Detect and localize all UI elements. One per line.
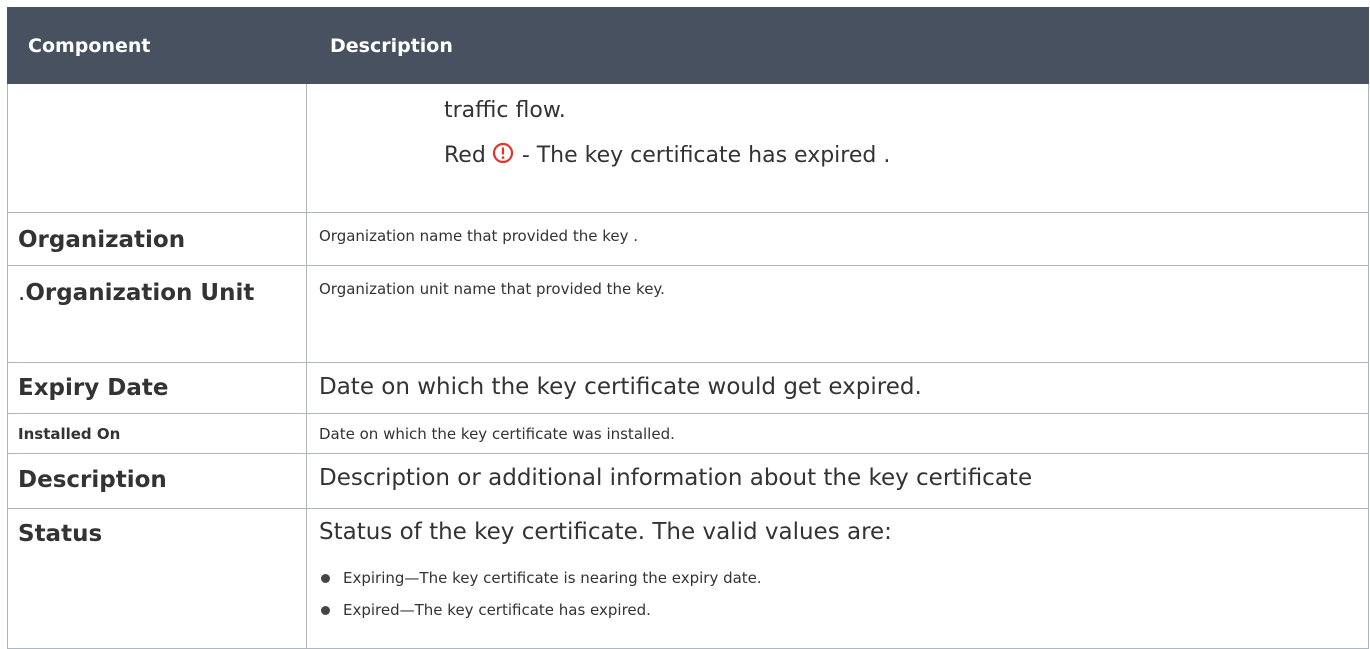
status-intro: Status of the key certificate. The valid…: [319, 519, 892, 545]
bullet-icon: [321, 606, 330, 615]
list-item: Expired—The key certificate has expired.: [319, 599, 1367, 621]
description-status: Status of the key certificate. The valid…: [306, 508, 1369, 649]
status-value-expiring: Expiring—The key certificate is nearing …: [343, 569, 762, 587]
table-row-description: Description Description or additional in…: [7, 453, 1369, 509]
table-header-row: Component Description: [7, 7, 1369, 84]
list-item: Expiring—The key certificate is nearing …: [319, 567, 1367, 589]
description-installed-on: Date on which the key certificate was in…: [306, 413, 1369, 454]
component-cell-empty: [7, 83, 307, 213]
header-component: Component: [7, 7, 307, 84]
component-description: Description: [7, 453, 307, 509]
component-organization-unit: .Organization Unit: [7, 265, 307, 363]
bullet-icon: [321, 574, 330, 583]
organization-unit-label: Organization Unit: [25, 280, 255, 306]
header-description: Description: [306, 7, 1369, 84]
component-status: Status: [7, 508, 307, 649]
table-row-expiry-date: Expiry Date Date on which the key certif…: [7, 362, 1369, 414]
table-row-status: Status Status of the key certificate. Th…: [7, 508, 1369, 649]
component-installed-on: Installed On: [7, 413, 307, 454]
description-organization-unit: Organization unit name that provided the…: [306, 265, 1369, 363]
component-expiry-date: Expiry Date: [7, 362, 307, 414]
alert-circle-icon: [492, 142, 514, 174]
description-description: Description or additional information ab…: [306, 453, 1369, 509]
table-row-continued: traffic flow. Red - The key certificate h…: [7, 83, 1369, 213]
red-description: - The key certificate has expired .: [521, 143, 891, 168]
traffic-flow-text: traffic flow.: [444, 98, 566, 123]
red-label: Red: [444, 143, 486, 168]
description-cell-continued: traffic flow. Red - The key certificate h…: [306, 83, 1369, 213]
table-row-organization: Organization Organization name that prov…: [7, 212, 1369, 266]
red-status-line: Red - The key certificate has expired .: [444, 140, 1367, 174]
description-expiry-date: Date on which the key certificate would …: [306, 362, 1369, 414]
status-values-list: Expiring—The key certificate is nearing …: [319, 567, 1367, 621]
table-row-installed-on: Installed On Date on which the key certi…: [7, 413, 1369, 454]
component-organization: Organization: [7, 212, 307, 266]
description-organization: Organization name that provided the key …: [306, 212, 1369, 266]
status-value-expired: Expired—The key certificate has expired.: [343, 601, 651, 619]
component-description-table: Component Description traffic flow. Red -…: [7, 7, 1369, 649]
table-row-organization-unit: .Organization Unit Organization unit nam…: [7, 265, 1369, 363]
